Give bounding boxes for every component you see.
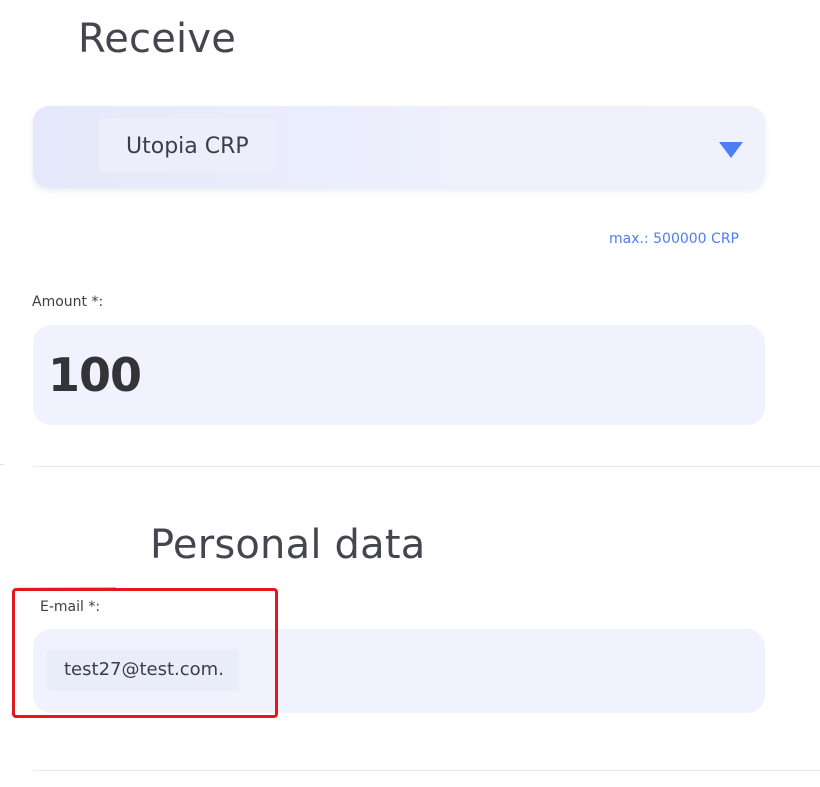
amount-label: Amount *:: [32, 294, 104, 310]
email-highlight-annotation: [12, 588, 278, 718]
amount-input-value: 100: [48, 348, 142, 402]
amount-input[interactable]: 100: [33, 325, 765, 425]
max-amount-hint: max.: 500000 CRP: [609, 231, 739, 247]
personal-data-section-title: Personal data: [150, 522, 426, 568]
receive-section-title: Receive: [78, 16, 237, 62]
edge-tick: [0, 464, 4, 465]
section-divider-bottom: [33, 770, 820, 771]
caret-down-icon[interactable]: [719, 142, 743, 158]
currency-select-value: Utopia CRP: [126, 134, 249, 159]
section-divider: [33, 466, 820, 467]
currency-select[interactable]: Utopia CRP: [33, 106, 765, 188]
